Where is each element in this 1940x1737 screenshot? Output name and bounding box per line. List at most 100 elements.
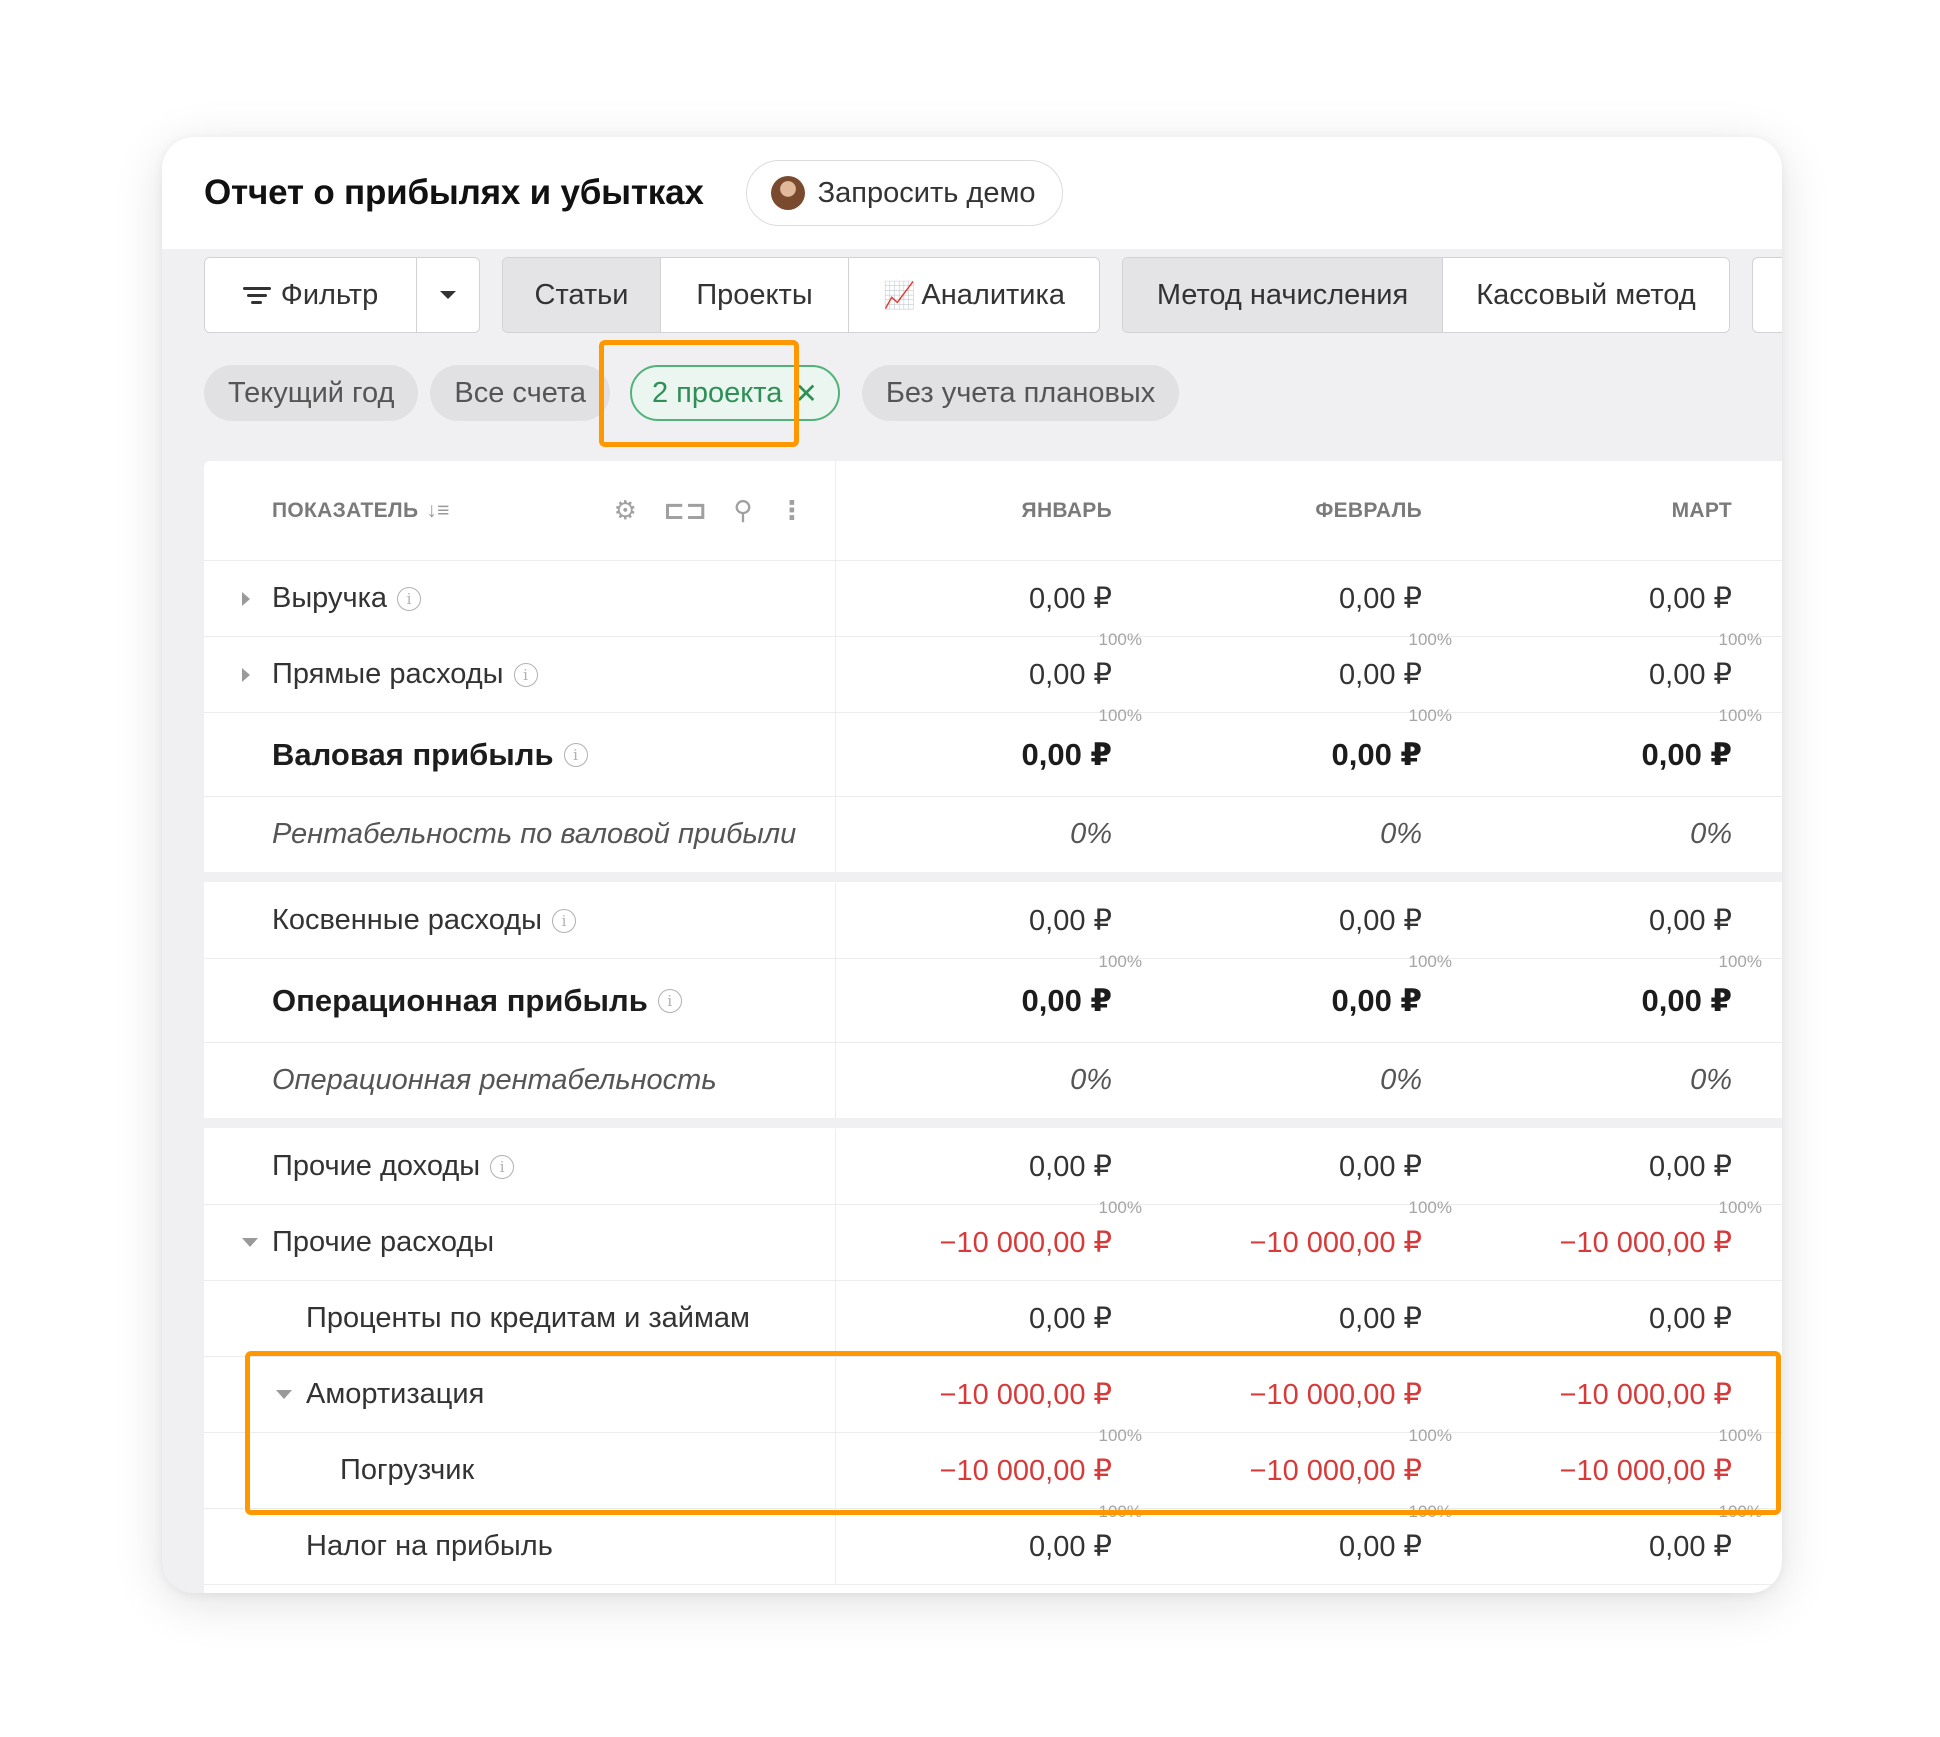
cell-february[interactable]: −10 000,00 ₽100%	[1112, 1433, 1452, 1521]
cell-january[interactable]: −10 000,00 ₽100%	[836, 1357, 1142, 1445]
cell-february[interactable]: −10 000,00 ₽	[1112, 1205, 1422, 1280]
expand-caret-icon[interactable]	[242, 667, 250, 682]
tab-cash-method[interactable]: Кассовый метод	[1443, 258, 1729, 332]
cell-value: 0,00 ₽	[1641, 982, 1732, 1018]
info-icon[interactable]: i	[551, 908, 576, 933]
close-icon[interactable]: ✕	[794, 377, 817, 410]
filter-button[interactable]: Фильтр	[205, 258, 417, 332]
cell-february[interactable]: 0,00 ₽	[1112, 1281, 1422, 1356]
unlink-icon[interactable]: ⚲	[733, 495, 752, 526]
cell-february[interactable]: 0,00 ₽	[1112, 959, 1422, 1042]
cell-february[interactable]: 0,00 ₽100%	[1112, 637, 1452, 725]
cell-march[interactable]: 0,00 ₽	[1422, 1509, 1732, 1584]
cell-february[interactable]: 0,00 ₽100%	[1112, 561, 1452, 649]
tab-accrual-method[interactable]: Метод начисления	[1123, 258, 1443, 332]
chip-projects[interactable]: 2 проекта ✕	[629, 365, 840, 421]
column-width-icon[interactable]: ⊏⊐	[663, 495, 707, 526]
cell-january[interactable]: 0%	[836, 797, 1112, 872]
row-label-cell: Прямые расходы i	[204, 637, 836, 712]
cell-february[interactable]: 0%	[1112, 797, 1422, 872]
cell-march[interactable]: 0%	[1422, 1043, 1732, 1118]
row-other-income[interactable]: Прочие доходы i 0,00 ₽100% 0,00 ₽100% 0,00 ₽…	[204, 1118, 1782, 1217]
row-forklift[interactable]: Погрузчик −10 000,00 ₽100% −10 000,00 ₽100…	[204, 1433, 1782, 1521]
row-revenue[interactable]: Выручка i 0,00 ₽100% 0,00 ₽100% 0,00 ₽100%	[204, 561, 1782, 649]
tab-articles[interactable]: Статьи	[503, 258, 661, 332]
chip-period[interactable]: Текущий год	[204, 365, 419, 421]
cell-january[interactable]: 0,00 ₽100%	[836, 637, 1142, 725]
method-tabs: Метод начисления Кассовый метод	[1122, 257, 1730, 333]
column-header-indicator[interactable]: ПОКАЗАТЕЛЬ ↓≡ ⚙ ⊏⊐ ⚲ ⋮	[204, 461, 836, 560]
cell-january[interactable]: 0,00 ₽	[836, 1509, 1112, 1584]
cell-march[interactable]: 0,00 ₽100%	[1422, 883, 1762, 971]
tab-projects[interactable]: Проекты	[661, 258, 849, 332]
cell-value: −10 000,00 ₽	[939, 1455, 1112, 1487]
collapse-caret-icon[interactable]	[276, 1390, 292, 1399]
cell-value: 0,00 ₽	[1339, 905, 1422, 937]
cell-value: −10 000,00 ₽	[939, 1227, 1112, 1259]
row-amortization[interactable]: Амортизация −10 000,00 ₽100% −10 000,00 ₽1…	[204, 1357, 1782, 1445]
cell-march[interactable]: 0,00 ₽100%	[1422, 1129, 1762, 1217]
cell-february[interactable]: 0,00 ₽	[1112, 1509, 1422, 1584]
cell-march[interactable]: −10 000,00 ₽	[1422, 1205, 1732, 1280]
tab-analytics-label: Аналитика	[921, 278, 1065, 311]
avatar	[770, 176, 805, 210]
cell-value: 0,00 ₽	[1029, 905, 1112, 937]
cell-value: 0,00 ₽	[1339, 583, 1422, 615]
cell-february[interactable]: 0,00 ₽100%	[1112, 883, 1452, 971]
cell-value: −10 000,00 ₽	[1559, 1379, 1732, 1411]
cell-value: −10 000,00 ₽	[1249, 1455, 1422, 1487]
row-gross-margin[interactable]: Рентабельность по валовой прибыли 0% 0% 0%	[204, 797, 1782, 873]
cell-january[interactable]: 0,00 ₽100%	[836, 1129, 1142, 1217]
cell-march[interactable]: 0%	[1422, 797, 1732, 872]
cell-january[interactable]: 0,00 ₽	[836, 713, 1112, 796]
cell-february[interactable]: 0,00 ₽100%	[1112, 1129, 1452, 1217]
cell-march[interactable]: 0,00 ₽	[1422, 713, 1732, 796]
row-label-cell: Прочие расходы	[204, 1205, 836, 1280]
info-icon[interactable]: i	[513, 662, 538, 687]
filter-dropdown-button[interactable]	[417, 258, 479, 332]
chip-planned[interactable]: Без учета плановых	[861, 365, 1180, 421]
cell-march[interactable]: 0,00 ₽100%	[1422, 637, 1762, 725]
more-vertical-icon[interactable]: ⋮	[779, 495, 805, 526]
cell-march[interactable]: −10 000,00 ₽100%	[1422, 1357, 1762, 1445]
collapse-caret-icon[interactable]	[242, 1238, 258, 1247]
row-indirect-costs[interactable]: Косвенные расходы i 0,00 ₽100% 0,00 ₽100% 0,…	[204, 872, 1782, 971]
cell-february[interactable]: −10 000,00 ₽100%	[1112, 1357, 1452, 1445]
sort-icon[interactable]: ↓≡	[426, 499, 449, 523]
row-income-tax[interactable]: Налог на прибыль 0,00 ₽ 0,00 ₽ 0,00 ₽	[204, 1509, 1782, 1585]
cell-january[interactable]: 0,00 ₽100%	[836, 883, 1142, 971]
cell-february[interactable]: 0%	[1112, 1043, 1422, 1118]
cell-january[interactable]: 0,00 ₽100%	[836, 561, 1142, 649]
row-label-cell: Валовая прибыль i	[204, 713, 836, 796]
more-group[interactable]	[1752, 257, 1782, 333]
cell-march[interactable]: 0,00 ₽100%	[1422, 561, 1762, 649]
info-icon[interactable]: i	[490, 1154, 515, 1179]
tab-analytics[interactable]: 📈 Аналитика	[849, 258, 1099, 332]
info-icon[interactable]: i	[397, 586, 422, 611]
cell-march[interactable]: 0,00 ₽	[1422, 959, 1732, 1042]
chip-accounts[interactable]: Все счета	[430, 365, 610, 421]
cell-march[interactable]: 0,00 ₽	[1422, 1281, 1732, 1356]
report-window: Отчет о прибылях и убытках Запросить дем…	[162, 137, 1782, 1593]
request-demo-button[interactable]: Запросить демо	[745, 160, 1063, 226]
gear-icon[interactable]: ⚙	[614, 495, 638, 526]
cell-january[interactable]: 0,00 ₽	[836, 959, 1112, 1042]
row-operating-profit[interactable]: Операционная прибыль i 0,00 ₽ 0,00 ₽ 0,00 ₽	[204, 959, 1782, 1043]
cell-january[interactable]: −10 000,00 ₽	[836, 1205, 1112, 1280]
row-loan-interest[interactable]: Проценты по кредитам и займам 0,00 ₽ 0,00 …	[204, 1281, 1782, 1357]
expand-caret-icon[interactable]	[242, 591, 250, 606]
info-icon[interactable]: i	[657, 988, 682, 1013]
cell-january[interactable]: 0,00 ₽	[836, 1281, 1112, 1356]
cell-value: 0,00 ₽	[1339, 1303, 1422, 1335]
info-icon[interactable]: i	[563, 742, 588, 767]
cell-march[interactable]: −10 000,00 ₽100%	[1422, 1433, 1762, 1521]
cell-january[interactable]: 0%	[836, 1043, 1112, 1118]
cell-value: 0%	[1070, 818, 1112, 850]
cell-january[interactable]: −10 000,00 ₽100%	[836, 1433, 1142, 1521]
cell-value: 0,00 ₽	[1649, 905, 1732, 937]
row-gross-profit[interactable]: Валовая прибыль i 0,00 ₽ 0,00 ₽ 0,00 ₽	[204, 713, 1782, 797]
row-operating-margin[interactable]: Операционная рентабельность 0% 0% 0%	[204, 1043, 1782, 1119]
row-other-expenses[interactable]: Прочие расходы −10 000,00 ₽ −10 000,00 ₽ −1…	[204, 1205, 1782, 1281]
cell-february[interactable]: 0,00 ₽	[1112, 713, 1422, 796]
row-direct-costs[interactable]: Прямые расходы i 0,00 ₽100% 0,00 ₽100% 0,00 …	[204, 637, 1782, 725]
